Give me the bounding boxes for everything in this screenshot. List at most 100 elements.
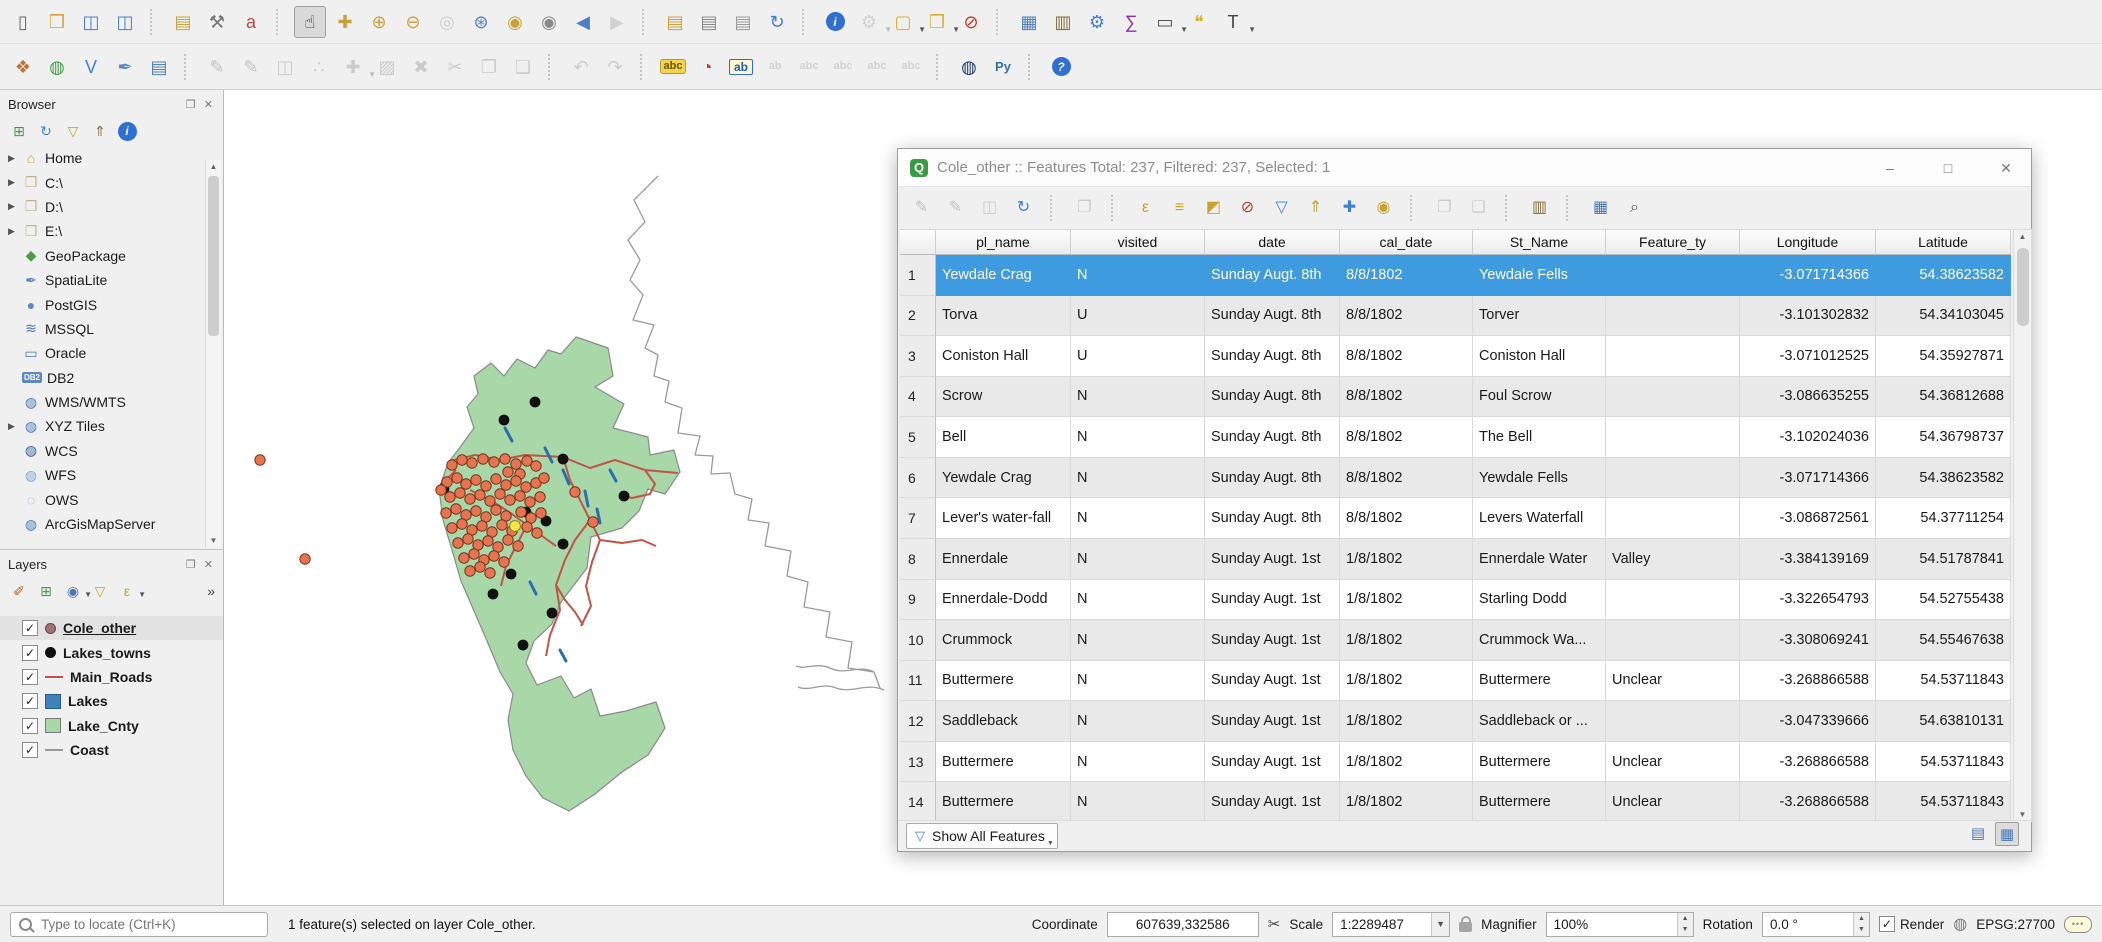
zoom-native-button[interactable]: ◎ (432, 7, 462, 37)
row-number-cell[interactable]: 4 (900, 377, 936, 418)
new-project-button[interactable]: ▯ (8, 7, 38, 37)
table-cell[interactable]: N (1071, 539, 1205, 580)
table-cell[interactable]: 54.55467638 (1876, 620, 2011, 661)
table-cell[interactable]: Foul Scrow (1473, 377, 1606, 418)
table-cell[interactable]: U (1071, 336, 1205, 377)
render-checkbox[interactable]: ✓ Render (1879, 916, 1944, 932)
row-number-cell[interactable]: 6 (900, 458, 936, 499)
table-cell[interactable]: 1/8/1802 (1340, 661, 1473, 702)
move-selection-top-button[interactable]: ⇑ (1302, 195, 1329, 222)
layer-visibility-checkbox[interactable]: ✓ (22, 645, 38, 661)
column-header-feature_ty[interactable]: Feature_ty (1606, 229, 1740, 255)
table-cell[interactable]: N (1071, 458, 1205, 499)
column-header-date[interactable]: date (1205, 229, 1340, 255)
table-cell[interactable]: 8/8/1802 (1340, 336, 1473, 377)
statistical-summary-button[interactable]: ∑ (1116, 7, 1146, 37)
table-cell[interactable]: 8/8/1802 (1340, 417, 1473, 458)
column-header-pl_name[interactable]: pl_name (936, 229, 1071, 255)
browser-item-wfs[interactable]: ◍WFS (0, 463, 223, 487)
table-cell[interactable]: Levers Waterfall (1473, 498, 1606, 539)
lock-icon[interactable] (1459, 922, 1472, 932)
row-number-cell[interactable]: 10 (900, 620, 936, 661)
zoom-full-button[interactable]: ⊛ (466, 7, 496, 37)
scroll-down-icon[interactable]: ▼ (206, 534, 221, 548)
vertex-tool-button[interactable]: ✚▼ (338, 52, 368, 82)
field-calculator-button[interactable]: ▥ (1526, 195, 1553, 222)
table-cell[interactable]: Saddleback (936, 701, 1071, 742)
table-cell[interactable]: -3.101302832 (1740, 296, 1876, 337)
extents-toggle-icon[interactable]: ✂ (1268, 915, 1281, 933)
table-cell[interactable]: Torver (1473, 296, 1606, 337)
refresh-map-button[interactable]: ↻ (762, 7, 792, 37)
show-bookmarks-button[interactable]: ▤ (694, 7, 724, 37)
row-number-cell[interactable]: 12 (900, 701, 936, 742)
filter-browser-button[interactable]: ▽ (62, 120, 84, 142)
data-source-manager-button[interactable]: ❖ (8, 52, 38, 82)
table-cell[interactable]: Buttermere (936, 661, 1071, 702)
text-annotation-button[interactable]: T▼ (1218, 7, 1248, 37)
table-cell[interactable]: Yewdale Fells (1473, 255, 1606, 296)
layer-labeling-options-button[interactable]: ab (726, 52, 756, 82)
table-row[interactable]: 12SaddlebackNSunday Augt. 1st1/8/1802Sad… (900, 701, 2011, 742)
row-number-cell[interactable]: 1 (900, 255, 936, 296)
table-cell[interactable]: Unclear (1606, 742, 1740, 783)
table-cell[interactable] (1606, 620, 1740, 661)
expander-icon[interactable]: ▶ (6, 226, 17, 237)
table-cell[interactable]: 54.52755438 (1876, 580, 2011, 621)
expander-icon[interactable]: ▶ (6, 201, 17, 212)
table-cell[interactable]: -3.322654793 (1740, 580, 1876, 621)
table-cell[interactable]: Sunday Augt. 8th (1205, 336, 1340, 377)
layer-visibility-checkbox[interactable]: ✓ (22, 669, 38, 685)
table-scroll-down-icon[interactable]: ▼ (2014, 810, 2031, 819)
paste-features-button[interactable]: ❏ (508, 52, 538, 82)
table-cell[interactable]: N (1071, 498, 1205, 539)
table-cell[interactable]: The Bell (1473, 417, 1606, 458)
paste-rows-button[interactable]: ❏ (1465, 195, 1492, 222)
pan-map-button[interactable]: ☝ (294, 6, 326, 38)
table-cell[interactable]: 1/8/1802 (1340, 539, 1473, 580)
layout-manager-button[interactable]: ▤ (728, 7, 758, 37)
help-button[interactable]: ? (1046, 52, 1076, 82)
reload-table-button[interactable]: ↻ (1010, 195, 1037, 222)
table-cell[interactable]: Ennerdale-Dodd (936, 580, 1071, 621)
row-number-cell[interactable]: 8 (900, 539, 936, 580)
table-cell[interactable]: 8/8/1802 (1340, 296, 1473, 337)
table-cell[interactable] (1606, 417, 1740, 458)
processing-toolbox-button[interactable]: ⚙ (1082, 7, 1112, 37)
table-cell[interactable]: Buttermere (1473, 782, 1606, 823)
table-cell[interactable]: 54.35927871 (1876, 336, 2011, 377)
change-label-button[interactable]: abc (896, 52, 926, 82)
current-edits-button[interactable]: ✎ (202, 52, 232, 82)
browser-item-postgis[interactable]: ●PostGIS (0, 292, 223, 316)
layer-visibility-checkbox[interactable]: ✓ (22, 693, 38, 709)
table-cell[interactable]: -3.102024036 (1740, 417, 1876, 458)
rotation-spinbox[interactable]: 0.0 ° ▲▼ (1762, 912, 1870, 937)
table-cell[interactable]: Unclear (1606, 782, 1740, 823)
run-feature-action-button[interactable]: ⚙▼ (854, 7, 884, 37)
table-cell[interactable]: Valley (1606, 539, 1740, 580)
table-row[interactable]: 7Lever's water-fallNSunday Augt. 8th8/8/… (900, 498, 2011, 539)
browser-undock-icon[interactable]: ❐ (182, 98, 200, 111)
table-cell[interactable]: 54.53711843 (1876, 742, 2011, 783)
expander-icon[interactable]: ▶ (6, 421, 17, 432)
add-group-button[interactable]: ⊞ (35, 580, 57, 602)
table-cell[interactable]: -3.071714366 (1740, 255, 1876, 296)
select-by-expression-button[interactable]: ε (1132, 195, 1159, 222)
zoom-in-button[interactable]: ⊕ (364, 7, 394, 37)
expander-icon[interactable]: ▶ (6, 177, 17, 188)
table-cell[interactable]: Buttermere (1473, 661, 1606, 702)
table-cell[interactable]: -3.071714366 (1740, 458, 1876, 499)
filter-by-expression-dropdown-icon[interactable]: ▼ (138, 591, 146, 599)
browser-close-icon[interactable]: ✕ (200, 98, 217, 111)
field-calculator-button[interactable]: ▥ (1048, 7, 1078, 37)
table-cell[interactable]: Bell (936, 417, 1071, 458)
table-scrollbar[interactable]: ▲ ▼ (2013, 229, 2032, 822)
deselect-all-button[interactable]: ⊘ (1234, 195, 1261, 222)
highlight-labels-button[interactable]: abc (794, 52, 824, 82)
locate-input[interactable] (39, 916, 259, 933)
zoom-to-selection-button[interactable]: ◉ (500, 7, 530, 37)
organize-columns-button[interactable]: ⌕ (1621, 195, 1648, 222)
column-header-longitude[interactable]: Longitude (1740, 229, 1876, 255)
layer-visibility-checkbox[interactable]: ✓ (22, 742, 38, 758)
table-cell[interactable]: -3.268866588 (1740, 782, 1876, 823)
